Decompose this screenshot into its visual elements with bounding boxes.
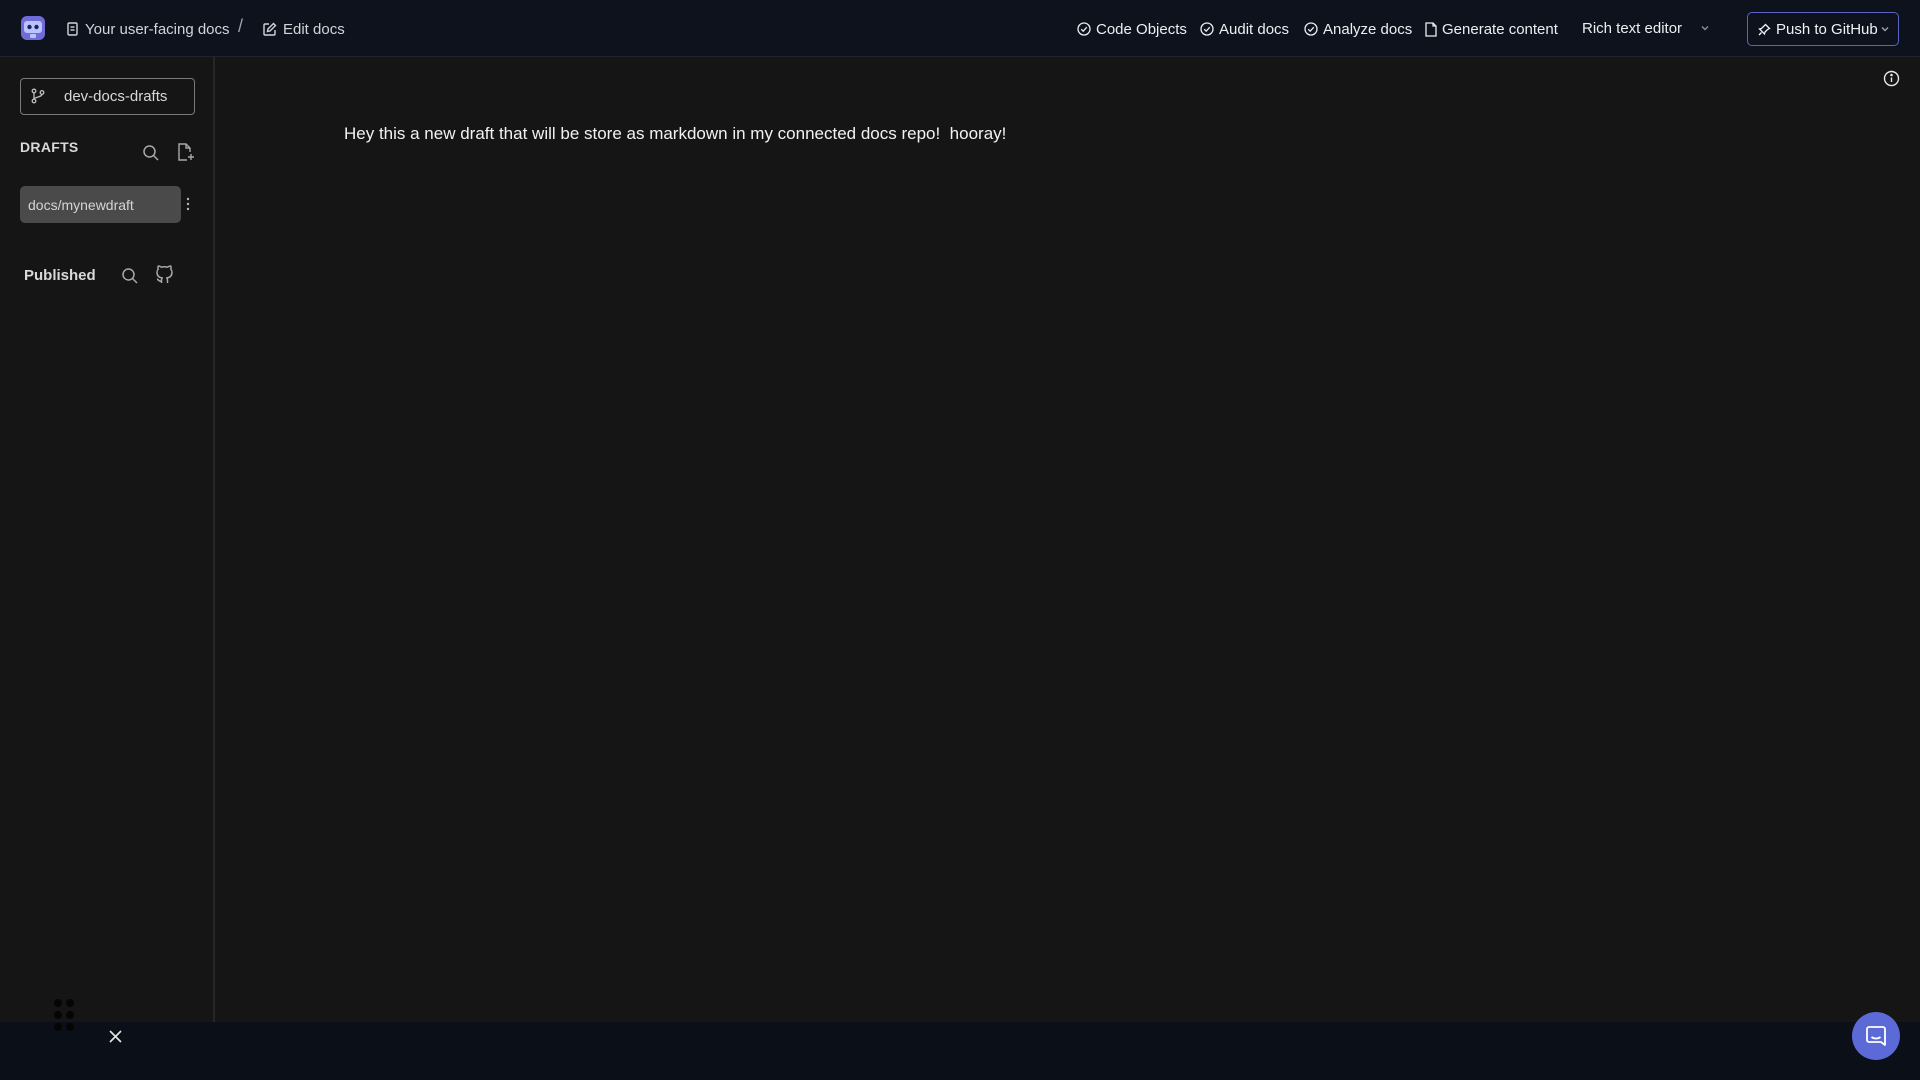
breadcrumb-label: Your user-facing docs — [85, 20, 230, 38]
more-options-icon[interactable] — [186, 197, 190, 211]
check-circle-icon — [1200, 22, 1214, 36]
nav-label: Code Objects — [1096, 20, 1187, 38]
branch-selector[interactable]: dev-docs-drafts — [20, 78, 195, 115]
nav-code-objects[interactable]: Code Objects — [1077, 19, 1187, 39]
bottom-bar — [0, 1022, 1920, 1080]
chat-icon — [1865, 1025, 1887, 1047]
sidebar: dev-docs-drafts DRAFTS docs/mynewdraft P… — [0, 57, 215, 1022]
edit-icon — [262, 22, 277, 37]
search-icon[interactable] — [121, 267, 139, 285]
top-bar: Your user-facing docs / Edit docs Code O… — [0, 0, 1920, 57]
close-icon[interactable] — [107, 1028, 124, 1045]
published-title: Published — [24, 267, 96, 284]
drafts-title: DRAFTS — [20, 139, 79, 155]
document-content[interactable]: Hey this a new draft that will be store … — [344, 124, 1744, 144]
nav-audit-docs[interactable]: Audit docs — [1200, 19, 1289, 39]
nav-label: Generate content — [1442, 20, 1558, 38]
breadcrumb-user-facing-docs[interactable]: Your user-facing docs — [66, 19, 230, 39]
breadcrumb-separator: / — [238, 16, 244, 36]
robot-logo-icon[interactable] — [20, 15, 46, 41]
chat-launcher-button[interactable] — [1852, 1012, 1900, 1060]
draft-item[interactable]: docs/mynewdraft — [20, 186, 181, 223]
check-circle-icon — [1077, 22, 1091, 36]
check-circle-icon — [1304, 22, 1318, 36]
push-label: Push to GitHub — [1776, 20, 1878, 38]
chevron-down-icon[interactable] — [1880, 25, 1890, 33]
nav-analyze-docs[interactable]: Analyze docs — [1304, 19, 1412, 39]
git-branch-icon — [31, 88, 45, 104]
nav-generate-content[interactable]: Generate content — [1425, 19, 1558, 39]
nav-label: Audit docs — [1219, 20, 1290, 38]
drag-handle-icon[interactable] — [53, 998, 75, 1032]
info-icon[interactable] — [1883, 70, 1900, 87]
file-icon — [1425, 21, 1437, 37]
push-to-github-button[interactable]: Push to GitHub — [1747, 12, 1899, 46]
document-icon — [66, 22, 79, 36]
breadcrumb-label: Edit docs — [283, 20, 345, 38]
chevron-down-icon — [1700, 24, 1710, 32]
nav-label: Analyze docs — [1323, 20, 1413, 38]
editor-mode-select[interactable]: Rich text editor — [1570, 12, 1720, 45]
github-icon[interactable] — [154, 265, 174, 285]
search-icon[interactable] — [142, 144, 160, 162]
editor-area[interactable]: Hey this a new draft that will be store … — [217, 57, 1920, 1022]
breadcrumb-edit-docs[interactable]: Edit docs — [262, 19, 345, 39]
pin-icon — [1758, 23, 1771, 36]
branch-name: dev-docs-drafts — [64, 88, 168, 105]
editor-mode-label: Rich text editor — [1582, 20, 1683, 37]
new-draft-icon[interactable] — [177, 143, 195, 162]
